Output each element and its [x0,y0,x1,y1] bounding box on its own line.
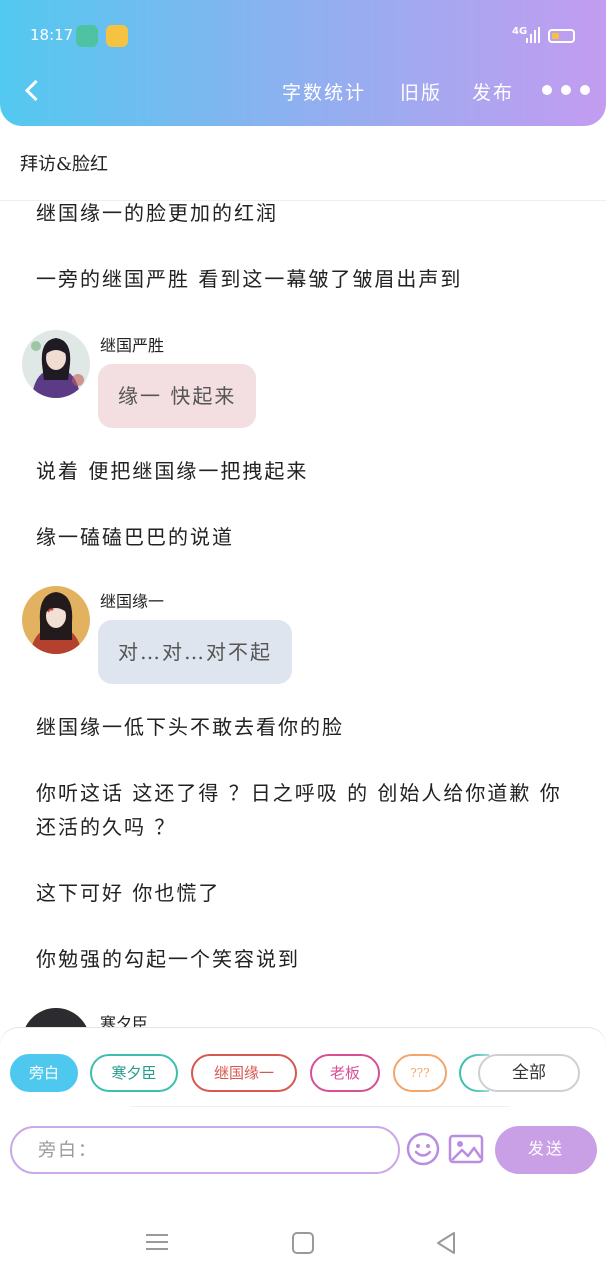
battery-icon [548,29,575,43]
avatar-jiguo-yansheng[interactable] [22,330,90,398]
notification-app-icon [76,25,98,47]
all-roles-button[interactable]: 全部 [478,1054,580,1092]
more-button[interactable] [540,84,592,98]
narration-line[interactable]: 你听这话 这还了得 ？日之呼吸 的 创始人给你道歉 你还活的久吗 ？ [36,776,576,844]
dialogue-bubble[interactable]: 对…对…对不起 [98,620,292,684]
status-bar: 18:17 4G [0,0,606,70]
nav-bar: 字数统计 旧版 发布 [0,68,606,114]
network-type: 4G [512,26,528,37]
word-count-button[interactable]: 字数统计 [282,78,366,105]
menu-icon[interactable] [146,1232,170,1252]
role-chip-hanxichen[interactable]: 寒夕臣 [90,1054,178,1092]
publish-button[interactable]: 发布 [472,78,514,105]
narration-line[interactable]: 说着 便把继国缘一把拽起来 [36,454,576,488]
image-icon[interactable] [448,1132,484,1166]
role-chip-narrator[interactable]: 旁白 [10,1054,78,1092]
narration-line[interactable]: 你勉强的勾起一个笑容说到 [36,942,576,976]
avatar-jiguo-yuanyi[interactable] [22,586,90,654]
home-icon[interactable] [292,1232,314,1254]
speaker-name: 继国严胜 [100,336,165,355]
status-time: 18:17 [30,26,74,44]
speaker-name: 继国缘一 [100,592,165,611]
narration-line[interactable]: 缘一磕磕巴巴的说道 [36,520,576,554]
message-input[interactable] [10,1126,400,1174]
narration-line[interactable]: 继国缘一的脸更加的红润 [36,196,576,230]
role-chip-unknown[interactable]: ??? [393,1054,447,1092]
old-version-button[interactable]: 旧版 [400,78,442,105]
narration-line[interactable]: 这下可好 你也慌了 [36,876,576,910]
narration-line[interactable]: 一旁的继国严胜 看到这一幕皱了皱眉出声到 [36,262,576,296]
dialogue-bubble[interactable]: 缘一 快起来 [98,364,257,428]
system-nav-bar [0,1188,606,1280]
smiley-icon[interactable] [406,1132,440,1166]
signal-icon [526,27,540,43]
role-chip-boss[interactable]: 老板 [310,1054,380,1092]
send-button[interactable]: 发送 [495,1126,597,1174]
divider [130,1106,510,1107]
back-button[interactable] [18,76,48,106]
header: 18:17 4G 字数统计 旧版 发布 [0,0,606,126]
chapter-title[interactable]: 拜访&脸红 [20,150,108,176]
notification-heart-icon [106,25,128,47]
narration-line[interactable]: 继国缘一低下头不敢去看你的脸 [36,710,576,744]
back-triangle-icon[interactable] [434,1231,458,1255]
composer-panel: 旁白 寒夕臣 继国缘一 老板 ??? 全部 发送 [0,1028,606,1178]
role-chip-jiguo-yuanyi[interactable]: 继国缘一 [191,1054,297,1092]
